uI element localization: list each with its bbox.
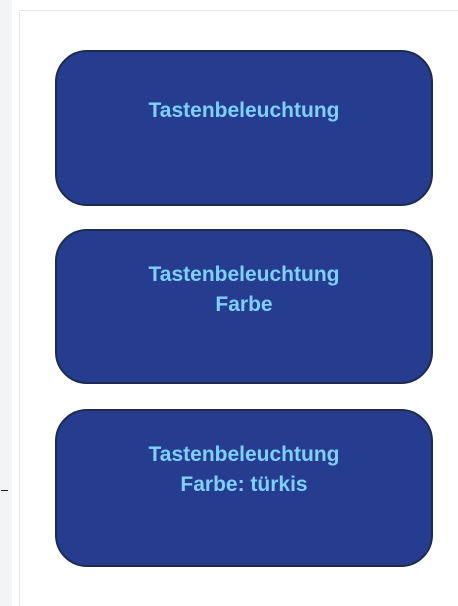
key-lighting-color-button[interactable]: Tastenbeleuchtung Farbe [55,229,433,384]
key-lighting-button[interactable]: Tastenbeleuchtung [55,50,433,206]
key-lighting-color-label-line2: Farbe [215,293,273,316]
key-lighting-label: Tastenbeleuchtung [148,99,340,122]
key-lighting-turquoise-label-line1: Tastenbeleuchtung [148,443,340,466]
key-lighting-color-label-line1: Tastenbeleuchtung [148,263,340,286]
edge-marker [1,490,8,491]
key-lighting-color-turquoise-button[interactable]: Tastenbeleuchtung Farbe: türkis [55,409,433,567]
left-edge-strip [0,0,12,606]
key-lighting-turquoise-label-line2: Farbe: türkis [180,473,308,496]
